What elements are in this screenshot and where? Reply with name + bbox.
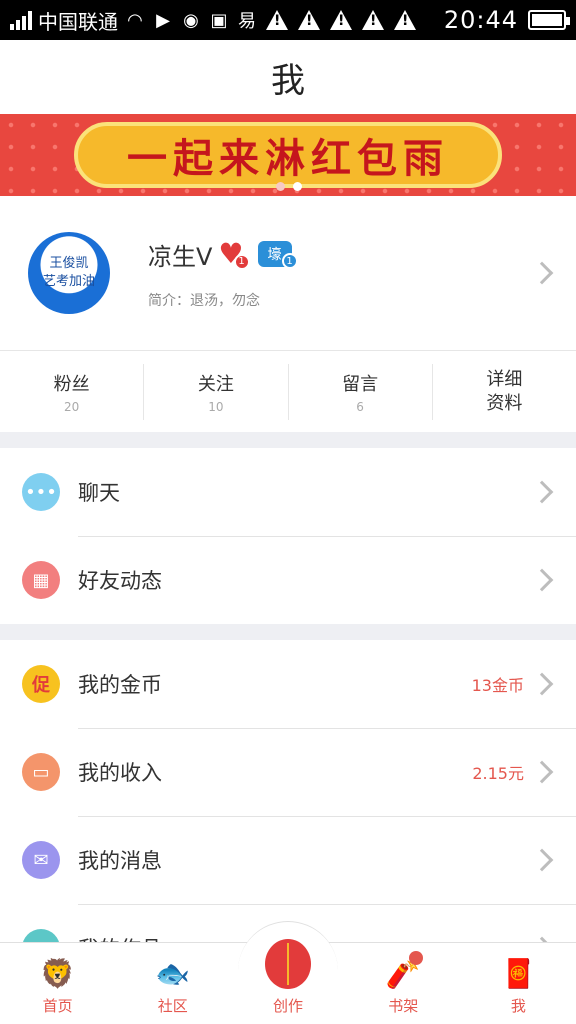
- chevron-right-icon: [530, 261, 554, 285]
- list-item-friend-feed[interactable]: ▦ 好友动态: [0, 536, 576, 624]
- promo-icon: 促: [22, 665, 60, 703]
- list-item-income[interactable]: ▭ 我的收入 2.15元: [0, 728, 576, 816]
- banner-indicator: [276, 182, 302, 191]
- heart-badge-icon: ♥ 1: [218, 240, 250, 270]
- warning-icon: [266, 10, 288, 30]
- stat-fans[interactable]: 粉丝 20: [0, 364, 145, 420]
- level-badge: 壕1: [257, 241, 298, 269]
- bottom-nav: 🦁 首页 🐟 社区 创作 🧨 书架 🧧 我: [0, 921, 576, 1024]
- banner-pill: 一起来淋红包雨: [74, 122, 502, 188]
- page-title: 我: [271, 60, 305, 101]
- app-icon: ▣: [210, 9, 228, 31]
- nav-community[interactable]: 🐟 社区: [115, 943, 230, 1024]
- list-item-messages[interactable]: ✉ 我的消息: [0, 816, 576, 904]
- nav-create[interactable]: 创作: [230, 921, 345, 1024]
- chevron-right-icon: [530, 480, 554, 504]
- income-amount: 2.15元: [472, 764, 524, 783]
- section-divider: [0, 432, 576, 448]
- nav-home[interactable]: 🦁 首页: [0, 943, 115, 1024]
- coin-balance: 13金币: [471, 676, 524, 695]
- banner-text: 一起来淋红包雨: [127, 135, 449, 182]
- avatar-text: 艺考加油: [42, 274, 95, 289]
- stats-bar: 粉丝 20 关注 10 留言 6 详细 资料: [0, 352, 576, 432]
- chevron-right-icon: [530, 848, 554, 872]
- lion-dance-icon: 🦁: [40, 956, 76, 990]
- level-badge-count: 1: [281, 253, 298, 269]
- warning-icon: [362, 10, 384, 30]
- chevron-right-icon: [530, 568, 554, 592]
- fortune-god-icon: 🧧: [500, 956, 536, 990]
- heart-badge-count: 1: [233, 254, 250, 270]
- wifi-icon: ◠: [127, 9, 143, 31]
- grid-icon: ▦: [22, 561, 60, 599]
- list-item-coins[interactable]: 促 我的金币 13金币: [0, 640, 576, 728]
- stat-messages[interactable]: 留言 6: [289, 364, 433, 420]
- koi-icon: 🐟: [155, 956, 191, 990]
- notification-dot: [408, 951, 423, 965]
- avatar-text: 王俊凯: [49, 256, 89, 271]
- avatar[interactable]: 王俊凯 艺考加油: [28, 232, 110, 314]
- carrier-label: 中国联通: [38, 9, 118, 34]
- username: 凉生V: [148, 242, 213, 271]
- yi-icon: 易: [238, 11, 256, 32]
- clock: 20:44: [443, 6, 518, 34]
- wallet-icon: ▭: [22, 753, 60, 791]
- mail-icon: ✉: [22, 841, 60, 879]
- profile-bio: 简介：退汤，勿念: [148, 292, 260, 309]
- status-bar: 中国联通 ◠ ▶ ◉ ▣ 易 20:44: [0, 0, 576, 40]
- battery-icon: [528, 10, 570, 30]
- warning-icon: [298, 10, 320, 30]
- nav-me[interactable]: 🧧 我: [461, 943, 576, 1024]
- profile-card[interactable]: 王俊凯 艺考加油 凉生V ♥ 1 壕1 简介：退汤，勿念: [0, 196, 576, 351]
- list-item-chat[interactable]: ••• 聊天: [0, 448, 576, 536]
- section-divider: [0, 624, 576, 640]
- signal-icon: [10, 10, 32, 30]
- warning-icon: [330, 10, 352, 30]
- stat-details[interactable]: 详细 资料: [433, 364, 576, 420]
- play-icon: ▶: [156, 9, 170, 31]
- stat-following[interactable]: 关注 10: [144, 364, 289, 420]
- chevron-right-icon: [530, 760, 554, 784]
- warning-icon: [394, 10, 416, 30]
- nav-bookshelf[interactable]: 🧨 书架: [346, 943, 461, 1024]
- lantern-icon: [261, 939, 315, 989]
- social-list: ••• 聊天 ▦ 好友动态: [0, 448, 576, 624]
- weibo-icon: ◉: [183, 9, 199, 31]
- chevron-right-icon: [530, 672, 554, 696]
- chat-icon: •••: [22, 473, 60, 511]
- title-bar: 我: [0, 40, 576, 114]
